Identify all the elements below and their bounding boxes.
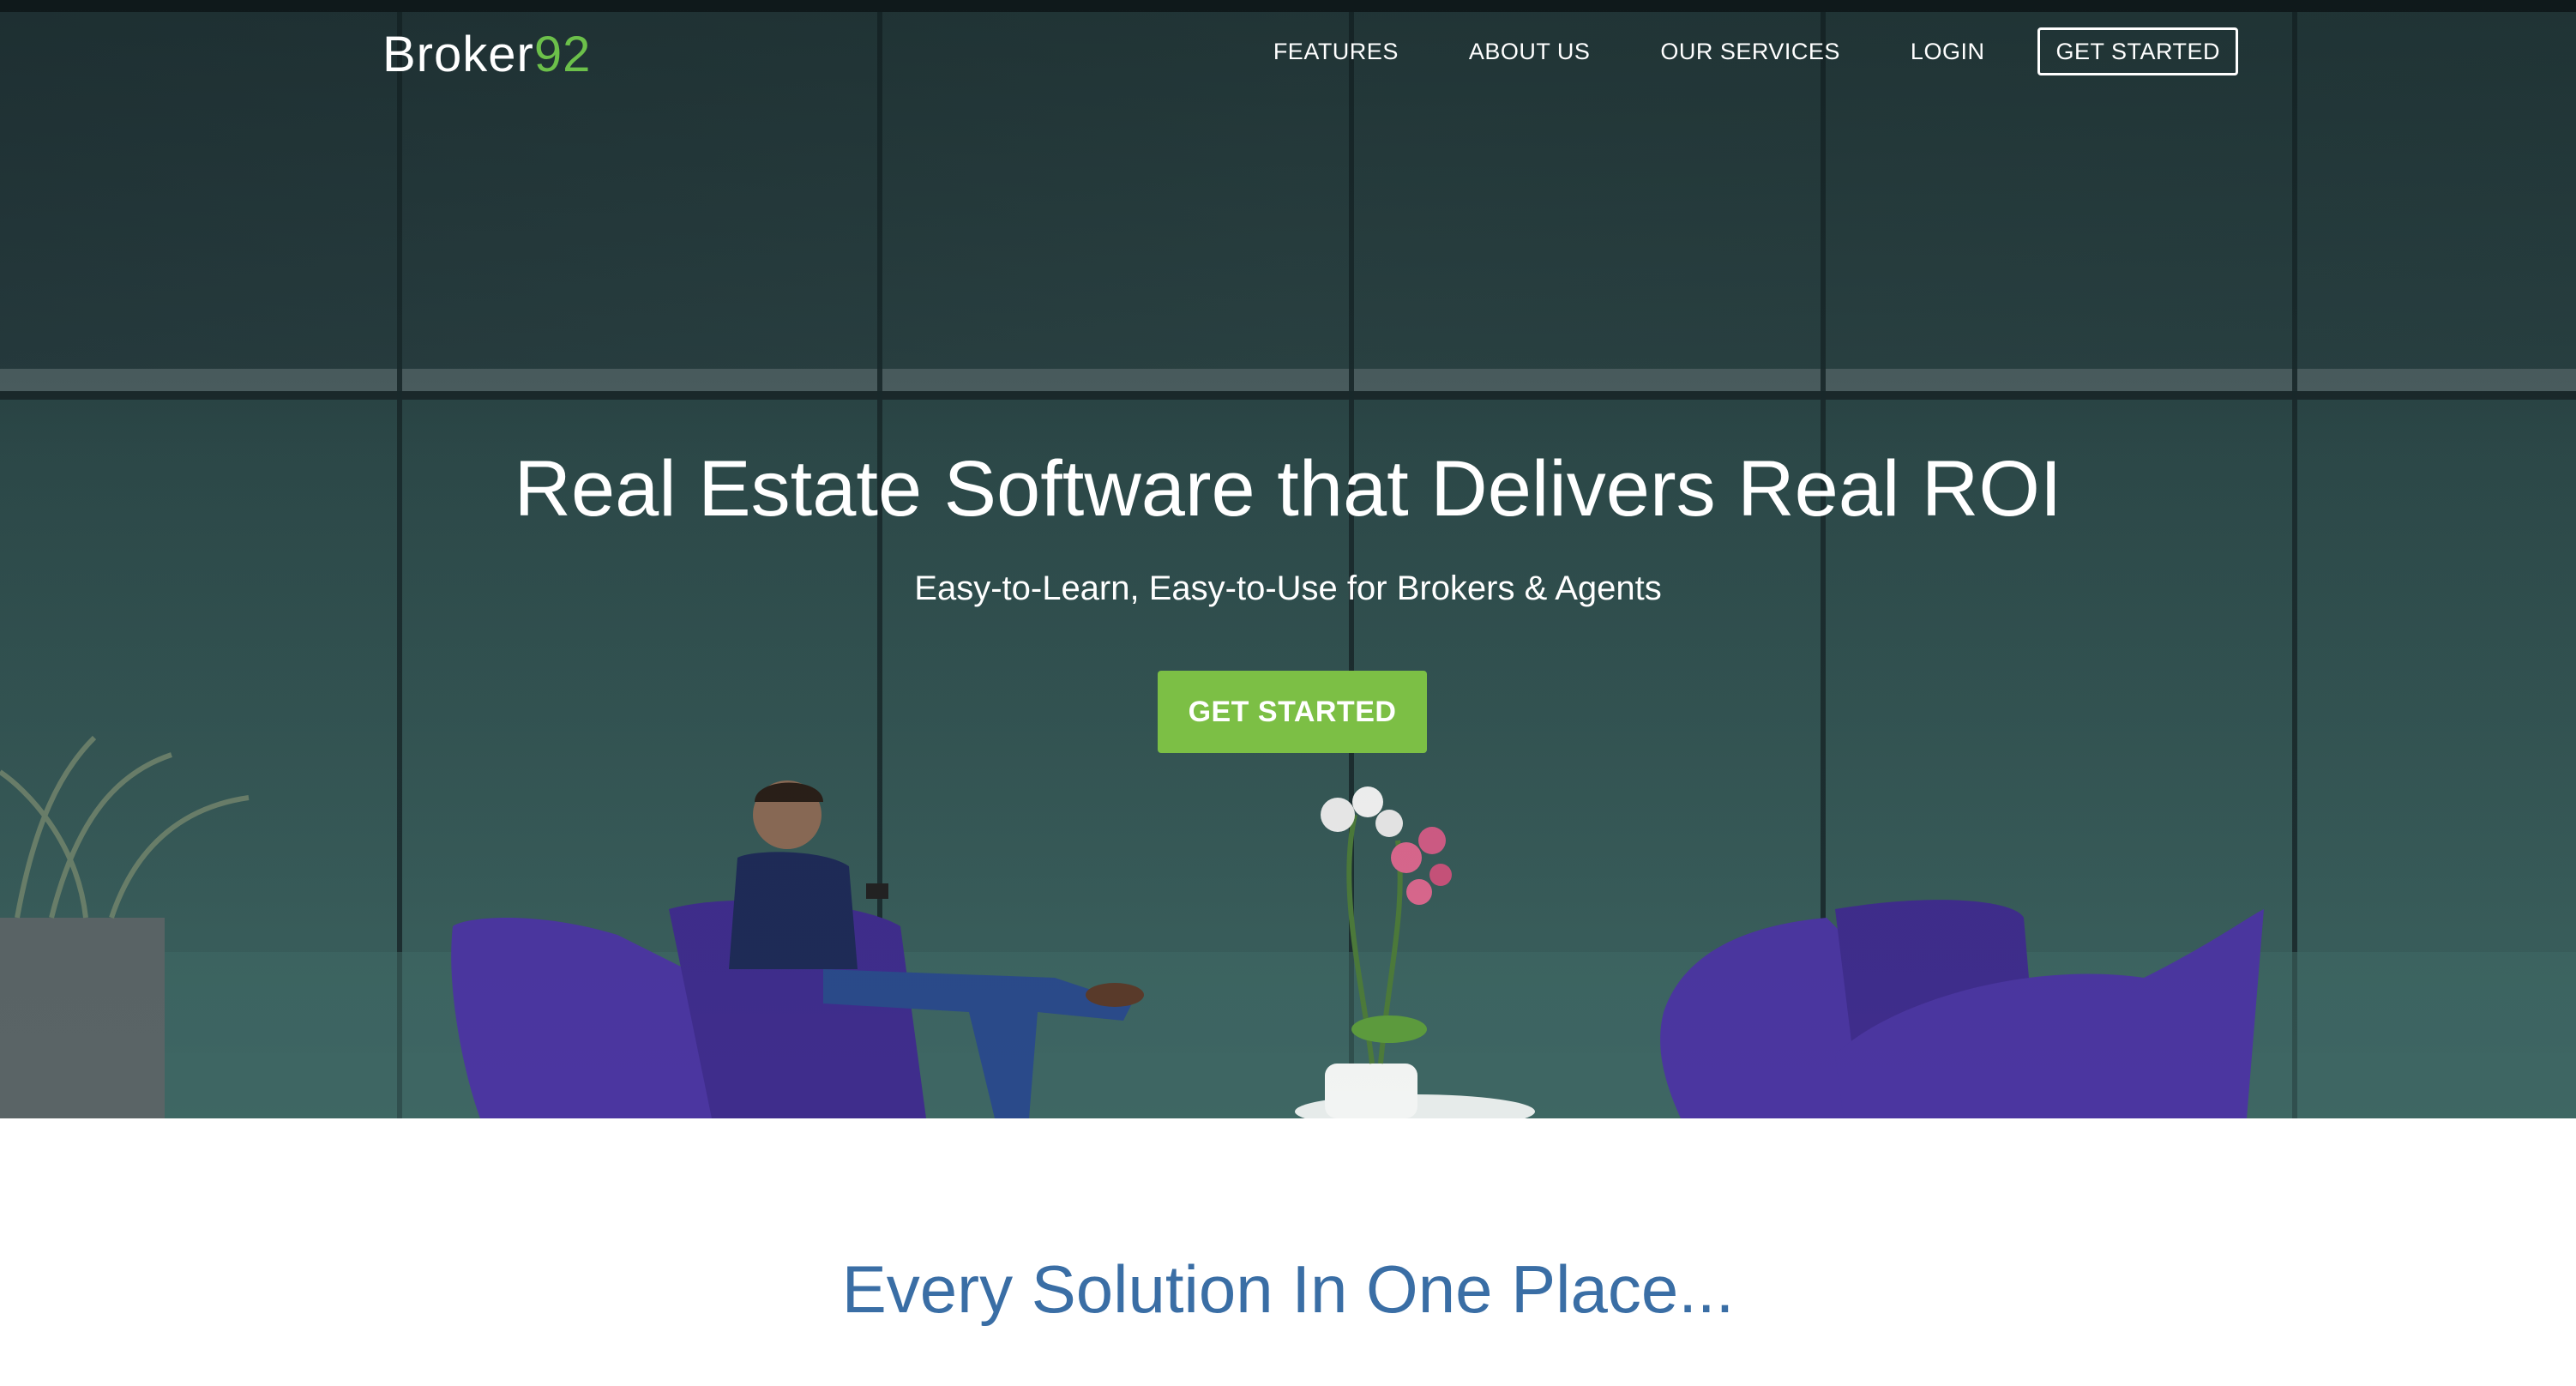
hero-overlay	[0, 0, 2576, 1118]
section-title: Every Solution In One Place...	[841, 1251, 1735, 1327]
nav-get-started-button[interactable]: GET STARTED	[2037, 27, 2238, 75]
logo[interactable]: Broker92	[382, 24, 591, 86]
nav-link-features[interactable]: FEATURES	[1273, 27, 1399, 75]
nav-links: FEATURES ABOUT US OUR SERVICES LOGIN GET…	[1273, 27, 2238, 75]
hero-section: Broker92 FEATURES ABOUT US OUR SERVICES …	[0, 0, 2576, 1118]
hero-get-started-button[interactable]: GET STARTED	[1158, 671, 1427, 753]
hero-title: Real Estate Software that Delivers Real …	[514, 445, 2062, 533]
hero-subtitle: Easy-to-Learn, Easy-to-Use for Brokers &…	[914, 569, 1662, 607]
logo-accent: 92	[533, 27, 592, 82]
nav-link-login[interactable]: LOGIN	[1911, 27, 1985, 75]
logo-text: Broker	[382, 27, 534, 82]
page: Broker92 FEATURES ABOUT US OUR SERVICES …	[0, 0, 2576, 1386]
nav-link-our-services[interactable]: OUR SERVICES	[1660, 27, 1840, 75]
nav-link-about-us[interactable]: ABOUT US	[1469, 27, 1591, 75]
top-nav: Broker92 FEATURES ABOUT US OUR SERVICES …	[0, 0, 2576, 103]
